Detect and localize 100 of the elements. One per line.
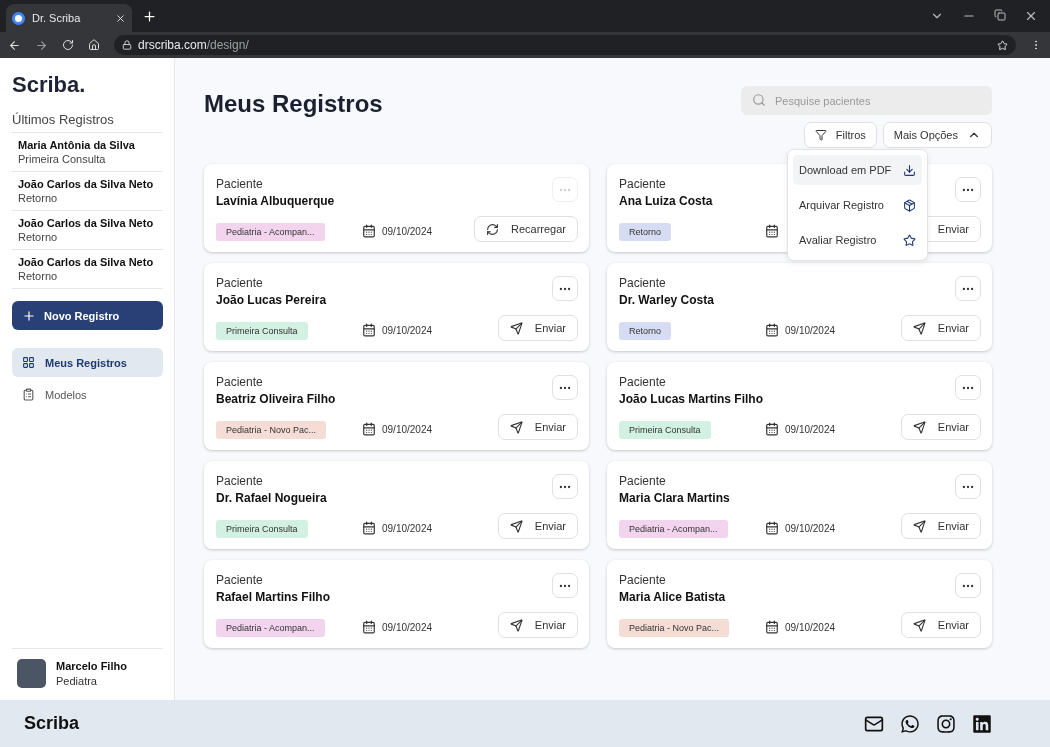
category-tag: Primeira Consulta [619,421,711,439]
send-button[interactable]: Enviar [497,315,578,341]
patient-name: Rafael Martins Filho [216,590,331,604]
logo: Scriba. [12,72,87,98]
patient-name: Dr. Rafael Nogueira [216,491,327,505]
recent-record[interactable]: João Carlos da Silva Neto Retorno [12,172,163,211]
filter-icon [814,129,827,141]
record-date: 09/10/2024 [382,324,433,336]
address-bar[interactable]: drscriba.com/design/ [114,35,1016,55]
recent-record[interactable]: Maria Antônia da Silva Primeira Consulta [12,133,163,172]
category-tag: Pediatria - Novo Pac... [216,421,327,439]
home-icon[interactable] [88,39,100,51]
category-tag: Pediatria - Acompan... [216,223,325,241]
search-icon [752,93,766,107]
calendar-icon [362,422,376,436]
favicon-icon [12,11,25,25]
patient-label: Paciente [216,276,263,290]
new-record-button[interactable]: Novo Registro [12,301,163,330]
download-icon [903,163,916,177]
send-icon [509,420,523,434]
category-tag: Pediatria - Novo Pac... [619,619,730,637]
refresh-icon [485,222,499,236]
category-tag: Pediatria - Acompan... [216,619,325,637]
filters-button[interactable]: Filtros [803,122,877,148]
patient-label: Paciente [216,573,263,587]
user-role: Pediatra [56,675,98,687]
recent-record[interactable]: João Carlos da Silva Neto Retorno [12,250,163,289]
calendar-icon [765,224,779,238]
browser-tab[interactable]: Dr. Scriba [6,4,132,32]
record-date: 09/10/2024 [785,522,836,534]
reload-button[interactable]: Recarregar [473,216,578,242]
user-name: Marcelo Filho [56,660,127,672]
patient-label: Paciente [216,177,263,191]
send-icon [912,618,926,632]
patient-name: Lavínia Albuquerque [216,194,335,208]
menu-item[interactable]: Download em PDF [793,155,922,185]
patient-name: Maria Clara Martins [619,491,730,505]
send-button[interactable]: Enviar [497,612,578,638]
record-date: 09/10/2024 [785,324,836,336]
close-icon[interactable] [115,12,126,24]
clipboard-icon [22,388,35,401]
lock-icon [122,40,132,50]
close-icon[interactable] [1024,9,1038,23]
send-button[interactable]: Enviar [497,513,578,539]
send-icon [912,321,926,335]
bookmark-star-icon[interactable] [997,39,1008,51]
send-button[interactable]: Enviar [900,315,981,341]
category-tag: Retorno [619,322,672,340]
star-icon [903,233,916,247]
patient-name: Maria Alice Batista [619,590,726,604]
patient-label: Paciente [216,375,263,389]
calendar-icon [362,323,376,337]
instagram-icon[interactable] [936,713,956,734]
plus-icon [22,308,36,323]
record-date: 09/10/2024 [785,423,836,435]
record-date: 09/10/2024 [382,522,433,534]
patient-name: Ana Luiza Costa [619,194,713,208]
record-date: 09/10/2024 [382,621,433,633]
reload-icon[interactable] [62,39,74,51]
send-icon [912,420,926,434]
whatsapp-icon[interactable] [900,713,920,734]
restore-icon[interactable] [994,9,1006,21]
send-icon [912,519,926,533]
calendar-icon [765,620,779,634]
recent-record[interactable]: João Carlos da Silva Neto Retorno [12,211,163,250]
linkedin-icon[interactable] [972,713,992,734]
send-button[interactable]: Enviar [900,612,981,638]
search-field[interactable]: Pesquise pacientes [741,86,992,115]
patient-name: Dr. Warley Costa [619,293,714,307]
patient-label: Paciente [216,474,263,488]
category-tag: Primeira Consulta [216,322,308,340]
calendar-icon [765,521,779,535]
record-date: 09/10/2024 [382,423,433,435]
send-icon [509,519,523,533]
nav-item[interactable]: Modelos [12,380,163,409]
back-icon[interactable] [8,38,21,52]
grid-icon [22,356,35,369]
send-button[interactable]: Enviar [900,414,981,440]
patient-label: Paciente [619,474,666,488]
send-icon [509,321,523,335]
patient-label: Paciente [619,573,666,587]
page-title: Meus Registros [204,90,383,118]
calendar-icon [765,323,779,337]
footer-logo: Scriba [24,713,80,734]
patient-name: Beatriz Oliveira Filho [216,392,336,406]
more-options-button[interactable]: Mais Opções [882,122,992,148]
forward-icon[interactable] [35,38,48,52]
avatar-photo-placeholder [17,659,46,688]
patient-label: Paciente [619,177,666,191]
calendar-icon [362,620,376,634]
nav-item[interactable]: Meus Registros [12,348,163,377]
calendar-icon [362,521,376,535]
send-button[interactable]: Enviar [900,513,981,539]
patient-label: Paciente [619,375,666,389]
send-button[interactable]: Enviar [497,414,578,440]
box-icon [903,198,916,212]
patient-label: Paciente [619,276,666,290]
record-date: 09/10/2024 [382,225,433,237]
new-tab-icon[interactable] [142,8,157,24]
record-date: 09/10/2024 [785,621,836,633]
